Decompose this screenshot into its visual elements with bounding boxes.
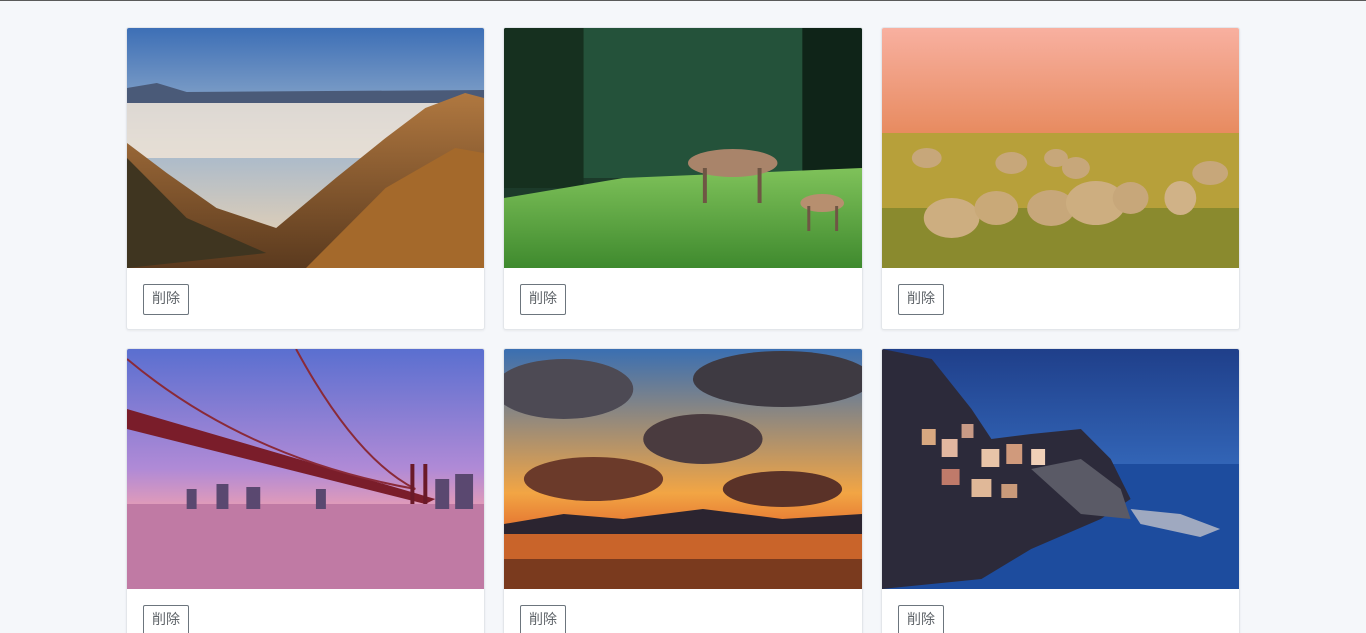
mountain-sea-of-clouds-photo bbox=[127, 28, 484, 268]
cliffside-village-night-photo bbox=[882, 349, 1239, 589]
sunset-clouds-over-sea-photo bbox=[504, 349, 862, 589]
card-footer: 削除 bbox=[882, 589, 1239, 633]
image-card: 削除 bbox=[881, 348, 1240, 633]
image-card: 削除 bbox=[126, 348, 485, 633]
image-card: 削除 bbox=[881, 27, 1240, 330]
card-footer: 削除 bbox=[127, 268, 484, 315]
card-footer: 削除 bbox=[504, 589, 862, 633]
image-card: 削除 bbox=[126, 27, 485, 330]
delete-button[interactable]: 削除 bbox=[143, 284, 189, 315]
delete-button[interactable]: 削除 bbox=[898, 605, 944, 633]
deer-in-meadow-photo bbox=[504, 28, 862, 268]
image-card-grid: 削除 削除 削除 削除 削除 削除 bbox=[126, 27, 1240, 633]
sheep-grazing-photo bbox=[882, 28, 1239, 268]
card-footer: 削除 bbox=[504, 268, 862, 315]
top-border bbox=[0, 0, 1366, 1]
image-card: 削除 bbox=[503, 348, 863, 633]
image-card: 削除 bbox=[503, 27, 863, 330]
suspension-bridge-dusk-photo bbox=[127, 349, 484, 589]
card-footer: 削除 bbox=[882, 268, 1239, 315]
delete-button[interactable]: 削除 bbox=[143, 605, 189, 633]
card-footer: 削除 bbox=[127, 589, 484, 633]
delete-button[interactable]: 削除 bbox=[520, 284, 566, 315]
delete-button[interactable]: 削除 bbox=[520, 605, 566, 633]
delete-button[interactable]: 削除 bbox=[898, 284, 944, 315]
